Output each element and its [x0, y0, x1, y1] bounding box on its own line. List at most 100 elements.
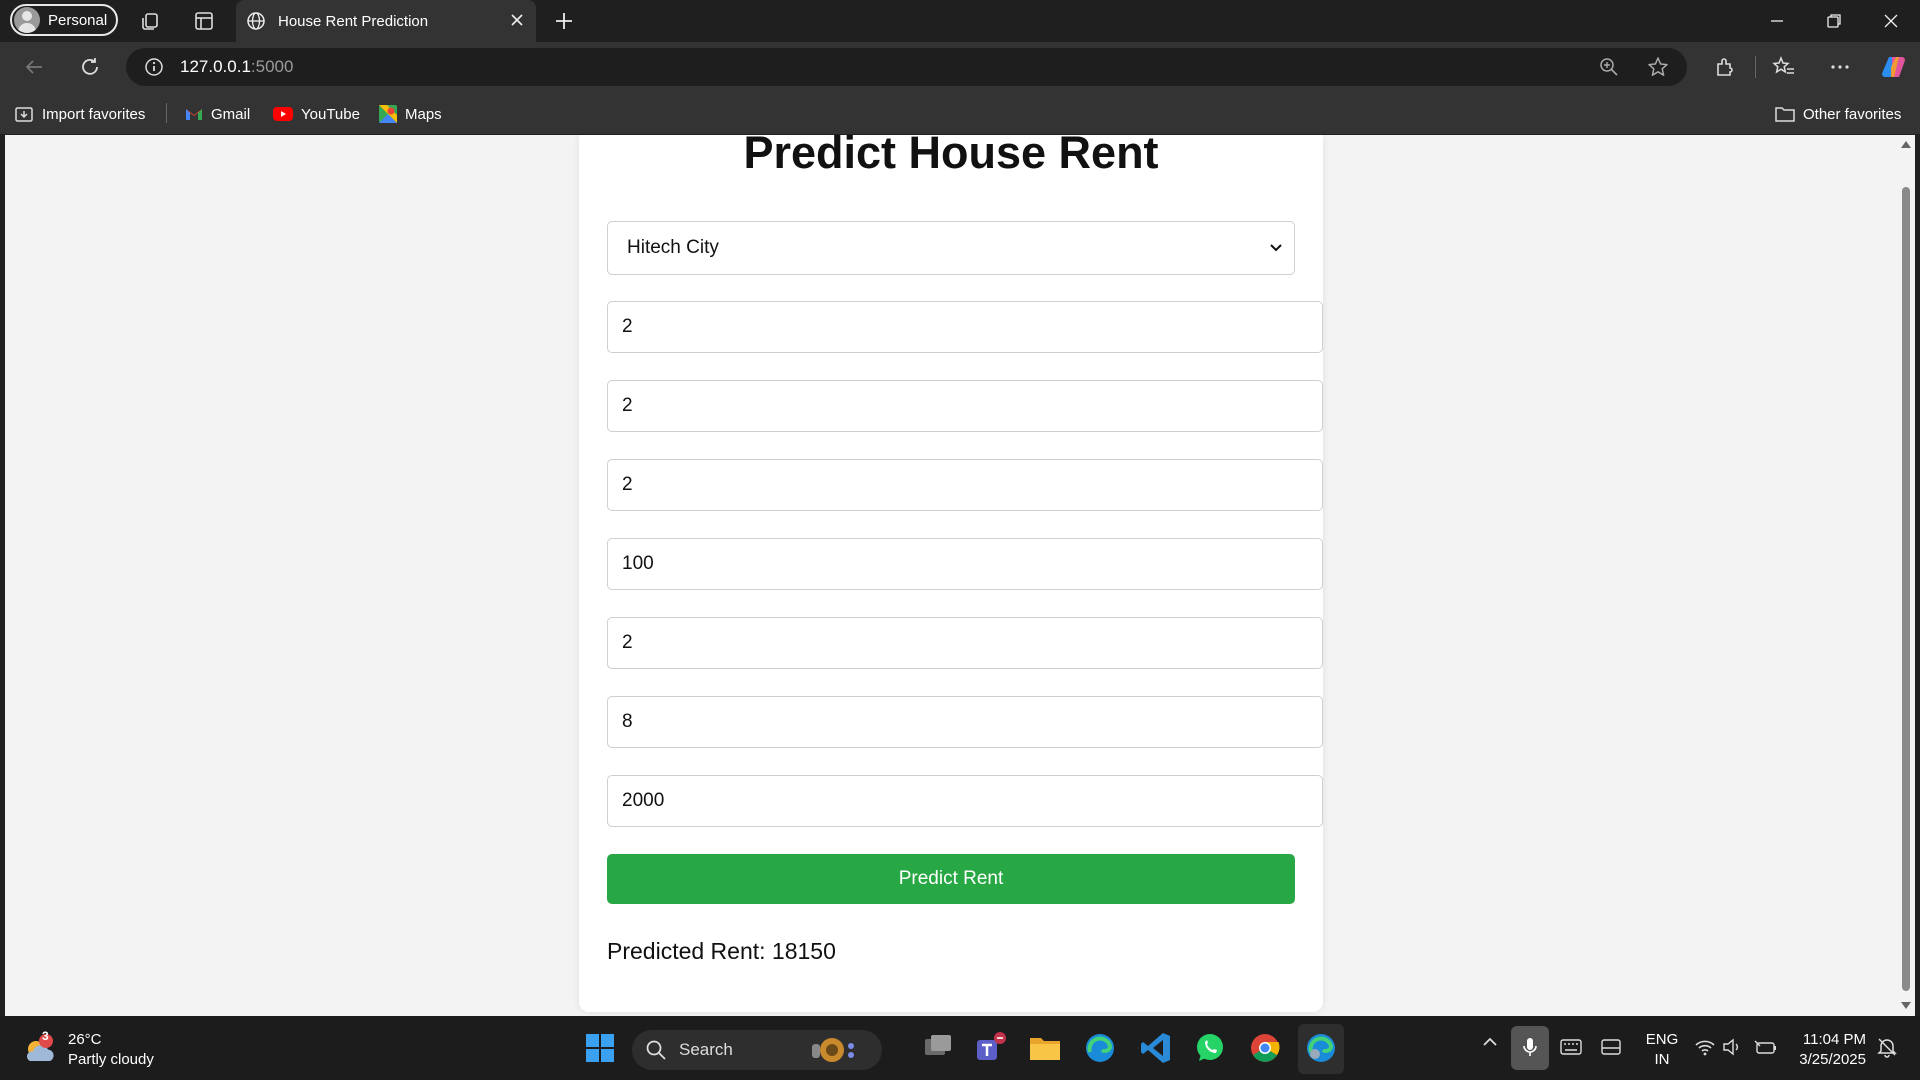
- teams-icon[interactable]: [973, 1030, 1009, 1066]
- input-field-5-value: 2: [622, 632, 633, 653]
- tab-house-rent[interactable]: House Rent Prediction: [236, 0, 536, 42]
- avatar: [14, 7, 40, 33]
- tablet-mode-icon[interactable]: [1601, 1038, 1621, 1056]
- battery-icon[interactable]: [1754, 1038, 1778, 1056]
- refresh-icon[interactable]: [78, 55, 102, 79]
- page-viewport: Predict House Rent Hitech City 2 2 2 100…: [5, 135, 1897, 1016]
- site-info-icon[interactable]: [144, 57, 164, 77]
- edge-active-icon[interactable]: [1303, 1030, 1339, 1066]
- weather-badge: 3: [42, 1029, 49, 1043]
- profile-button[interactable]: Personal: [10, 4, 118, 36]
- favorites-icon[interactable]: [1772, 55, 1796, 79]
- favorite-star-icon[interactable]: [1647, 56, 1669, 78]
- maps-link[interactable]: Maps: [379, 103, 442, 125]
- vscode-icon[interactable]: [1138, 1030, 1174, 1066]
- copilot-icon[interactable]: [1880, 53, 1908, 81]
- favorites-bar: Import favorites Gmail YouTube Maps Othe…: [0, 92, 1920, 134]
- minimize-icon[interactable]: [1768, 12, 1786, 30]
- region-code: IN: [1654, 1051, 1670, 1068]
- close-window-icon[interactable]: [1882, 12, 1900, 30]
- weather-condition: Partly cloudy: [68, 1051, 154, 1068]
- notification-bell-icon[interactable]: [1876, 1036, 1898, 1058]
- volume-icon[interactable]: [1722, 1038, 1742, 1056]
- tab-actions-icon[interactable]: [193, 10, 215, 32]
- prediction-form-card: Predict House Rent Hitech City 2 2 2 100…: [579, 135, 1323, 1012]
- language-indicator[interactable]: ENG IN: [1644, 1030, 1680, 1070]
- predicted-rent-result: Predicted Rent: 18150: [607, 938, 836, 964]
- scroll-up-icon[interactable]: [1900, 139, 1912, 149]
- input-field-6[interactable]: 8: [607, 696, 1323, 748]
- search-placeholder: Search: [679, 1040, 733, 1059]
- chevron-up-icon[interactable]: [1480, 1032, 1500, 1052]
- youtube-label: YouTube: [301, 105, 360, 123]
- edge-icon[interactable]: [1082, 1030, 1118, 1066]
- search-icon: [646, 1040, 666, 1060]
- tab-title: House Rent Prediction: [278, 12, 429, 30]
- scroll-down-icon[interactable]: [1900, 1001, 1912, 1011]
- page-title: Predict House Rent: [743, 135, 1159, 178]
- input-field-7-value: 2000: [622, 790, 665, 811]
- microphone-icon[interactable]: [1520, 1036, 1540, 1058]
- gmail-icon: [186, 109, 202, 120]
- chevron-down-icon: [1270, 244, 1282, 252]
- toolbar-divider: [1755, 56, 1756, 78]
- more-menu-icon[interactable]: [1828, 55, 1852, 79]
- page-scrollbar[interactable]: [1897, 135, 1915, 1016]
- language-code: ENG: [1645, 1031, 1679, 1048]
- restore-icon[interactable]: [1825, 12, 1843, 30]
- input-field-5[interactable]: 2: [607, 617, 1323, 669]
- profile-label: Personal: [48, 11, 108, 29]
- close-tab-icon[interactable]: [508, 11, 526, 29]
- new-tab-icon[interactable]: [552, 9, 576, 33]
- clock-time: 11:04 PM: [1802, 1031, 1866, 1048]
- start-icon[interactable]: [582, 1030, 618, 1066]
- scrollbar-thumb[interactable]: [1902, 187, 1910, 991]
- task-view-icon[interactable]: [920, 1030, 956, 1066]
- taskbar-search[interactable]: Search: [632, 1030, 882, 1070]
- url-port: :5000: [250, 57, 294, 76]
- input-field-4[interactable]: 100: [607, 538, 1323, 590]
- input-field-7[interactable]: 2000: [607, 775, 1323, 827]
- globe-icon: [247, 12, 265, 30]
- address-bar[interactable]: 127.0.0.1:5000: [126, 48, 1687, 86]
- maps-label: Maps: [405, 105, 442, 123]
- import-favorites-link[interactable]: Import favorites: [14, 103, 145, 125]
- input-field-1[interactable]: 2: [607, 301, 1323, 353]
- location-select-value: Hitech City: [627, 237, 719, 258]
- import-icon: [15, 107, 33, 122]
- chrome-icon[interactable]: [1247, 1030, 1283, 1066]
- location-select[interactable]: Hitech City: [607, 221, 1295, 275]
- temperature: 26°C: [68, 1031, 102, 1048]
- whatsapp-icon[interactable]: [1192, 1030, 1228, 1066]
- windows-taskbar: 3 26°C Partly cloudy Search ENG IN 11:04…: [0, 1016, 1920, 1080]
- system-clock[interactable]: 11:04 PM 3/25/2025: [1796, 1030, 1866, 1070]
- input-field-6-value: 8: [622, 711, 633, 732]
- youtube-icon: [273, 107, 293, 121]
- input-field-4-value: 100: [622, 553, 654, 574]
- import-favorites-label: Import favorites: [42, 105, 146, 123]
- url-host: 127.0.0.1: [180, 57, 251, 76]
- extensions-icon[interactable]: [1713, 55, 1737, 79]
- weather-widget[interactable]: 3 26°C Partly cloudy: [22, 1029, 154, 1070]
- keyboard-icon[interactable]: [1560, 1038, 1582, 1056]
- back-icon[interactable]: [22, 55, 46, 79]
- folder-icon: [1775, 107, 1795, 122]
- file-explorer-icon[interactable]: [1027, 1030, 1063, 1066]
- youtube-link[interactable]: YouTube: [273, 103, 360, 125]
- other-favorites-link[interactable]: Other favorites: [1775, 103, 1901, 125]
- input-field-3[interactable]: 2: [607, 459, 1323, 511]
- favorites-divider: [166, 103, 167, 123]
- zoom-icon[interactable]: [1599, 57, 1619, 77]
- clock-date: 3/25/2025: [1799, 1051, 1866, 1068]
- input-field-3-value: 2: [622, 474, 633, 495]
- input-field-2[interactable]: 2: [607, 380, 1323, 432]
- gmail-link[interactable]: Gmail: [185, 103, 250, 125]
- maps-icon: [379, 105, 397, 123]
- wifi-icon[interactable]: [1694, 1038, 1716, 1056]
- browser-titlebar: Personal House Rent Prediction: [0, 0, 1920, 42]
- predict-rent-button[interactable]: Predict Rent: [607, 854, 1295, 904]
- workspaces-icon[interactable]: [140, 10, 162, 32]
- search-highlight-icon: [812, 1038, 854, 1062]
- gmail-label: Gmail: [211, 105, 251, 123]
- browser-toolbar: 127.0.0.1:5000: [0, 42, 1920, 92]
